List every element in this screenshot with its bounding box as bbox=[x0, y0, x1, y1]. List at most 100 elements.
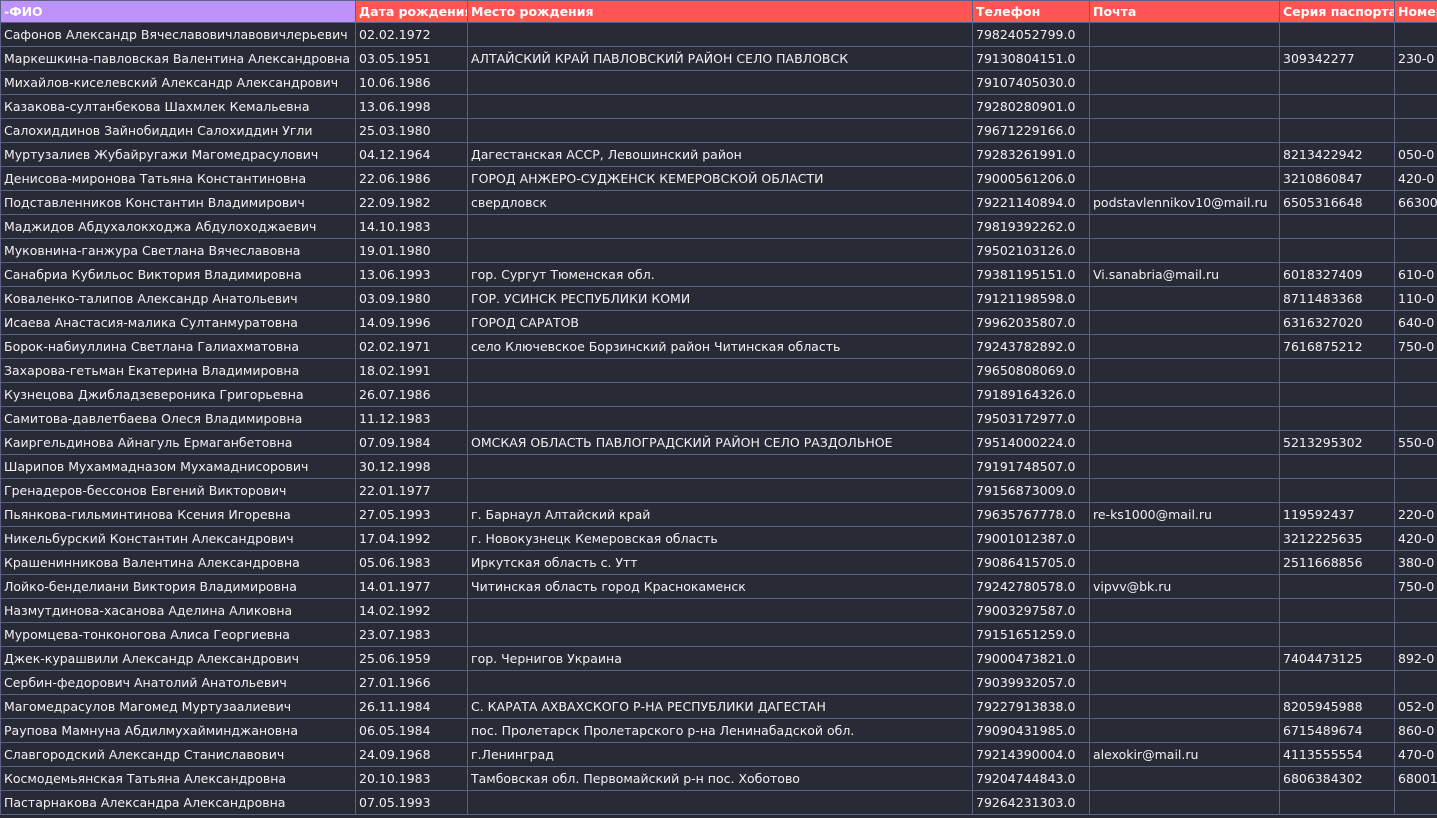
birth-date-cell[interactable]: 19.01.1980 bbox=[355, 238, 468, 263]
birth-place-cell[interactable]: ОМСКАЯ ОБЛАСТЬ ПАВЛОГРАДСКИЙ РАЙОН СЕЛО … bbox=[467, 430, 973, 455]
birth-place-cell[interactable] bbox=[467, 478, 973, 503]
phone-cell[interactable]: 79086415705.0 bbox=[972, 550, 1090, 575]
phone-cell[interactable]: 79635767778.0 bbox=[972, 502, 1090, 527]
name-cell[interactable]: Исаева Анастасия-малика Султанмуратовна bbox=[0, 310, 356, 335]
phone-cell[interactable]: 79191748507.0 bbox=[972, 454, 1090, 479]
name-cell[interactable]: Крашенинникова Валентина Александровна bbox=[0, 550, 356, 575]
name-cell[interactable]: Раупова Мамнуна Абдилмухайминджановна bbox=[0, 718, 356, 743]
number-cell[interactable]: 750-0 bbox=[1394, 574, 1437, 599]
name-cell[interactable]: Космодемьянская Татьяна Александровна bbox=[0, 766, 356, 791]
phone-cell[interactable]: 79204744843.0 bbox=[972, 766, 1090, 791]
name-cell[interactable]: Казакова-султанбекова Шахмлек Кемальевна bbox=[0, 94, 356, 119]
number-cell[interactable]: 860-0 bbox=[1394, 718, 1437, 743]
birth-place-cell[interactable]: ГОРОД АНЖЕРО-СУДЖЕНСК КЕМЕРОВСКОЙ ОБЛАСТ… bbox=[467, 166, 973, 191]
birth-place-cell[interactable]: село Ключевское Борзинский район Читинск… bbox=[467, 334, 973, 359]
column-header-number[interactable]: Номер bbox=[1394, 0, 1437, 23]
email-cell[interactable] bbox=[1089, 94, 1280, 119]
birth-place-cell[interactable]: Тамбовская обл. Первомайский р-н пос. Хо… bbox=[467, 766, 973, 791]
passport-series-cell[interactable] bbox=[1279, 622, 1395, 647]
name-cell[interactable]: Санабриа Кубильос Виктория Владимировна bbox=[0, 262, 356, 287]
email-cell[interactable] bbox=[1089, 622, 1280, 647]
name-cell[interactable]: Коваленко-талипов Александр Анатольевич bbox=[0, 286, 356, 311]
birth-date-cell[interactable]: 10.06.1986 bbox=[355, 70, 468, 95]
email-cell[interactable]: re-ks1000@mail.ru bbox=[1089, 502, 1280, 527]
birth-date-cell[interactable]: 03.05.1951 bbox=[355, 46, 468, 71]
birth-place-cell[interactable]: АЛТАЙСКИЙ КРАЙ ПАВЛОВСКИЙ РАЙОН СЕЛО ПАВ… bbox=[467, 46, 973, 71]
email-cell[interactable] bbox=[1089, 142, 1280, 167]
birth-date-cell[interactable]: 14.02.1992 bbox=[355, 598, 468, 623]
name-cell[interactable]: Пастарнакова Александра Александровна bbox=[0, 790, 356, 815]
passport-series-cell[interactable]: 8213422942 bbox=[1279, 142, 1395, 167]
email-cell[interactable] bbox=[1089, 118, 1280, 143]
email-cell[interactable] bbox=[1089, 694, 1280, 719]
passport-series-cell[interactable]: 4113555554 bbox=[1279, 742, 1395, 767]
column-header-email[interactable]: Почта bbox=[1089, 0, 1280, 23]
phone-cell[interactable]: 79819392262.0 bbox=[972, 214, 1090, 239]
birth-date-cell[interactable]: 13.06.1998 bbox=[355, 94, 468, 119]
name-cell[interactable]: Кузнецова Джибладзевероника Григорьевна bbox=[0, 382, 356, 407]
email-cell[interactable] bbox=[1089, 214, 1280, 239]
email-cell[interactable] bbox=[1089, 286, 1280, 311]
passport-series-cell[interactable] bbox=[1279, 22, 1395, 47]
email-cell[interactable] bbox=[1089, 310, 1280, 335]
birth-place-cell[interactable]: Иркутская область с. Утт bbox=[467, 550, 973, 575]
passport-series-cell[interactable] bbox=[1279, 94, 1395, 119]
email-cell[interactable] bbox=[1089, 358, 1280, 383]
name-cell[interactable]: Муртузалиев Жубайругажи Магомедрасулович bbox=[0, 142, 356, 167]
number-cell[interactable]: 66300 bbox=[1394, 190, 1437, 215]
number-cell[interactable] bbox=[1394, 22, 1437, 47]
birth-date-cell[interactable]: 05.06.1983 bbox=[355, 550, 468, 575]
email-cell[interactable]: vipvv@bk.ru bbox=[1089, 574, 1280, 599]
passport-series-cell[interactable] bbox=[1279, 598, 1395, 623]
birth-place-cell[interactable] bbox=[467, 118, 973, 143]
phone-cell[interactable]: 79671229166.0 bbox=[972, 118, 1090, 143]
birth-place-cell[interactable] bbox=[467, 214, 973, 239]
number-cell[interactable]: 550-0 bbox=[1394, 430, 1437, 455]
email-cell[interactable] bbox=[1089, 526, 1280, 551]
birth-place-cell[interactable]: пос. Пролетарск Пролетарского р-на Ленин… bbox=[467, 718, 973, 743]
birth-place-cell[interactable]: свердловск bbox=[467, 190, 973, 215]
name-cell[interactable]: Маркешкина-павловская Валентина Александ… bbox=[0, 46, 356, 71]
passport-series-cell[interactable]: 3212225635 bbox=[1279, 526, 1395, 551]
column-header-birth-place[interactable]: Место рождения bbox=[467, 0, 973, 23]
number-cell[interactable] bbox=[1394, 238, 1437, 263]
phone-cell[interactable]: 79824052799.0 bbox=[972, 22, 1090, 47]
birth-date-cell[interactable]: 06.05.1984 bbox=[355, 718, 468, 743]
phone-cell[interactable]: 79151651259.0 bbox=[972, 622, 1090, 647]
passport-series-cell[interactable]: 3210860847 bbox=[1279, 166, 1395, 191]
birth-date-cell[interactable]: 14.01.1977 bbox=[355, 574, 468, 599]
phone-cell[interactable]: 79227913838.0 bbox=[972, 694, 1090, 719]
number-cell[interactable] bbox=[1394, 382, 1437, 407]
birth-place-cell[interactable]: Читинская область город Краснокаменск bbox=[467, 574, 973, 599]
birth-date-cell[interactable]: 14.09.1996 bbox=[355, 310, 468, 335]
birth-place-cell[interactable] bbox=[467, 598, 973, 623]
passport-series-cell[interactable]: 2511668856 bbox=[1279, 550, 1395, 575]
passport-series-cell[interactable]: 7616875212 bbox=[1279, 334, 1395, 359]
email-cell[interactable] bbox=[1089, 46, 1280, 71]
birth-place-cell[interactable]: г. Барнаул Алтайский край bbox=[467, 502, 973, 527]
phone-cell[interactable]: 79243782892.0 bbox=[972, 334, 1090, 359]
number-cell[interactable]: 230-0 bbox=[1394, 46, 1437, 71]
birth-place-cell[interactable] bbox=[467, 622, 973, 647]
birth-date-cell[interactable]: 17.04.1992 bbox=[355, 526, 468, 551]
phone-cell[interactable]: 79280280901.0 bbox=[972, 94, 1090, 119]
number-cell[interactable] bbox=[1394, 670, 1437, 695]
birth-date-cell[interactable]: 22.06.1986 bbox=[355, 166, 468, 191]
name-cell[interactable]: Денисова-миронова Татьяна Константиновна bbox=[0, 166, 356, 191]
passport-series-cell[interactable]: 5213295302 bbox=[1279, 430, 1395, 455]
phone-cell[interactable]: 79242780578.0 bbox=[972, 574, 1090, 599]
birth-place-cell[interactable] bbox=[467, 358, 973, 383]
name-cell[interactable]: Муромцева-тонконогова Алиса Георгиевна bbox=[0, 622, 356, 647]
email-cell[interactable] bbox=[1089, 406, 1280, 431]
email-cell[interactable] bbox=[1089, 238, 1280, 263]
phone-cell[interactable]: 79503172977.0 bbox=[972, 406, 1090, 431]
name-cell[interactable]: Маджидов Абдухалокходжа Абдулоходжаевич bbox=[0, 214, 356, 239]
name-cell[interactable]: Подставленников Константин Владимирович bbox=[0, 190, 356, 215]
passport-series-cell[interactable] bbox=[1279, 478, 1395, 503]
passport-series-cell[interactable] bbox=[1279, 406, 1395, 431]
birth-date-cell[interactable]: 13.06.1993 bbox=[355, 262, 468, 287]
number-cell[interactable]: 052-0 bbox=[1394, 694, 1437, 719]
birth-date-cell[interactable]: 14.10.1983 bbox=[355, 214, 468, 239]
number-cell[interactable] bbox=[1394, 70, 1437, 95]
passport-series-cell[interactable]: 119592437 bbox=[1279, 502, 1395, 527]
